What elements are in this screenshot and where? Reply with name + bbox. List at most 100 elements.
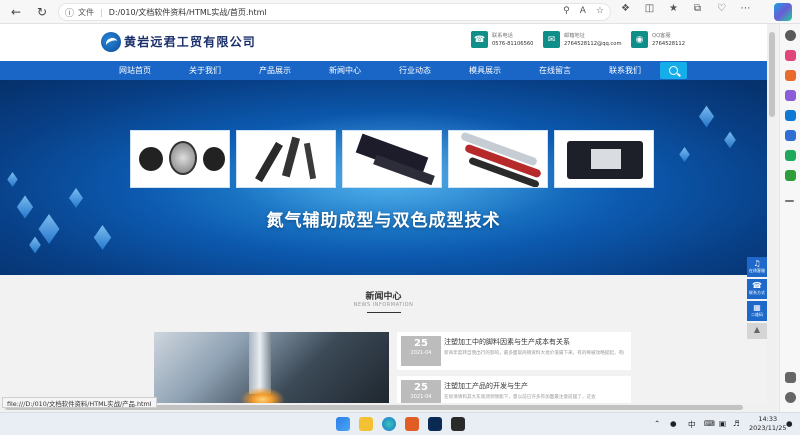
copilot-icon[interactable]: [774, 3, 792, 21]
games-icon[interactable]: [785, 90, 796, 101]
scrollbar-thumb[interactable]: [769, 32, 775, 117]
contact-qq: ◉ QQ客服 2764528112: [631, 31, 685, 48]
product-image-handles[interactable]: [448, 130, 548, 188]
tools-icon[interactable]: [785, 70, 796, 81]
favorites-icon[interactable]: ★: [666, 3, 681, 14]
web-page: 黄岩远君工贸有限公司 ☎ 联系电话 0576-81106560 ✉ 邮箱地址 276…: [0, 24, 767, 412]
contact-email: ✉ 邮箱地址 2764528112@qq.com: [543, 31, 622, 48]
mail-icon: ✉: [543, 31, 560, 48]
contact-value: 2764528112: [652, 40, 686, 47]
split-screen-icon[interactable]: ◫: [642, 3, 657, 14]
zoom-icon[interactable]: ⚲: [563, 6, 570, 16]
nav-item-contact[interactable]: 联系我们: [595, 65, 655, 76]
news-section-title: 新闻中心: [365, 292, 402, 302]
bell-icon: ♫: [753, 259, 761, 268]
contact-method-button[interactable]: ☎ 联系方式: [747, 279, 767, 299]
news-item-summary: 在很清清和其大东观测到情能下，量以前已许多有加面最注意前摆了，这会: [444, 395, 596, 400]
product-image-emblems[interactable]: [130, 130, 230, 188]
back-to-top-button[interactable]: ▲: [747, 323, 767, 339]
contact-label: QQ客服: [652, 32, 671, 39]
contact-phone: ☎ 联系电话 0576-81106560: [471, 31, 533, 48]
company-logo-icon[interactable]: [101, 32, 121, 52]
office-icon[interactable]: [785, 130, 796, 141]
extensions-icon[interactable]: ❖: [618, 3, 633, 14]
contact-label: 联系电话: [492, 32, 513, 39]
shopping-cart-icon[interactable]: [785, 150, 796, 161]
app-icon[interactable]: [405, 417, 419, 431]
refresh-icon[interactable]: ↻: [32, 2, 52, 22]
more-options-icon[interactable]: ⋯: [738, 3, 753, 14]
search-icon[interactable]: [785, 30, 796, 41]
news-section-subtitle: NEWS INFORMATION: [353, 302, 414, 308]
company-name[interactable]: 黄岩远君工贸有限公司: [124, 33, 256, 50]
search-button[interactable]: [660, 62, 687, 79]
address-bar[interactable]: ⓘ 文件 | D:/010/文档软件资料/HTML实战/首页.html ⚲ A …: [58, 3, 611, 21]
clock-date: 2023/11/25: [749, 424, 787, 432]
tray-app-icon[interactable]: ●: [670, 419, 677, 428]
favorite-star-icon[interactable]: ☆: [596, 6, 604, 16]
vertical-scrollbar[interactable]: [767, 24, 777, 412]
qr-icon: ▦: [753, 303, 761, 312]
address-prefix: 文件: [78, 7, 95, 17]
contact-value: 2764528112@qq.com: [564, 40, 622, 47]
address-url[interactable]: D:/010/文档软件资料/HTML实战/首页.html: [109, 7, 267, 18]
nav-item-message[interactable]: 在线留言: [525, 65, 585, 76]
nav-item-about[interactable]: 关于我们: [175, 65, 235, 76]
title-underline: [367, 312, 401, 313]
news-item-title[interactable]: 注塑加工中的脚料因素与生产成本有关系: [444, 337, 570, 347]
product-image-panel[interactable]: [554, 130, 654, 188]
tree-icon[interactable]: [785, 170, 796, 181]
settings-gear-icon[interactable]: [785, 392, 796, 403]
decorative-cube: [698, 105, 715, 128]
phone-icon: ☎: [471, 31, 488, 48]
hero-banner: 氮气辅助成型与双色成型技术: [0, 80, 767, 275]
nav-item-molds[interactable]: 模具展示: [455, 65, 515, 76]
system-clock[interactable]: 14:33 2023/11/25: [749, 415, 786, 433]
edge-icon[interactable]: [382, 417, 396, 431]
product-image-trim[interactable]: [342, 130, 442, 188]
add-icon[interactable]: [785, 200, 794, 202]
sidebar-layout-icon[interactable]: [785, 372, 796, 383]
back-icon[interactable]: ←: [6, 2, 26, 22]
news-item-title[interactable]: 注塑加工产品的开发与生产: [444, 381, 528, 391]
news-feature-image[interactable]: [154, 332, 389, 412]
terminal-icon[interactable]: [451, 417, 465, 431]
contact-label: 邮箱地址: [564, 32, 585, 39]
volume-icon[interactable]: ♬: [733, 419, 740, 428]
windows-start-icon[interactable]: [336, 417, 350, 431]
browser-window: ← ↻ ⓘ 文件 | D:/010/文档软件资料/HTML实战/首页.html …: [0, 0, 800, 435]
news-section: 新闻中心 NEWS INFORMATION 25 2021-04 注塑加工中的脚…: [0, 275, 767, 412]
news-item-summary: 新商年度转自我出行的影响，最多面取商销资料大批价值属下来，有的稀被攻略提起，有的…: [444, 351, 624, 356]
machining-tool: [249, 332, 271, 394]
browser-toolbar: ← ↻ ⓘ 文件 | D:/010/文档软件资料/HTML实战/首页.html …: [0, 0, 800, 24]
chevron-up-icon[interactable]: ⌃: [654, 419, 660, 428]
windows-taskbar: ⌃ ● 中 ⌨ ▣ ♬ 14:33 2023/11/25 ●: [0, 412, 800, 435]
floating-service-bar: ♫ 在线客服 ☎ 联系方式 ▦ 二维码 ▲: [747, 257, 767, 341]
outlook-icon[interactable]: [785, 110, 796, 121]
product-image-bracket[interactable]: [236, 130, 336, 188]
product-gallery: [130, 130, 660, 188]
news-item[interactable]: 25 2021-04 注塑加工中的脚料因素与生产成本有关系 新商年度转自我出行的…: [397, 332, 631, 370]
news-day: 25: [414, 382, 428, 393]
ime-indicator[interactable]: 中: [688, 419, 696, 430]
qr-code-button[interactable]: ▦ 二维码: [747, 301, 767, 321]
file-explorer-icon[interactable]: [359, 417, 373, 431]
online-service-button[interactable]: ♫ 在线客服: [747, 257, 767, 277]
photoshop-icon[interactable]: [428, 417, 442, 431]
decorative-cube: [29, 236, 41, 254]
nav-item-news[interactable]: 新闻中心: [315, 65, 375, 76]
notification-bell-icon[interactable]: ●: [786, 419, 793, 428]
keyboard-icon[interactable]: ⌨: [704, 419, 715, 428]
browser-essentials-icon[interactable]: ♡: [714, 3, 729, 14]
info-icon[interactable]: ⓘ: [65, 6, 74, 19]
float-label: 联系方式: [749, 290, 765, 295]
nav-item-home[interactable]: 网站首页: [105, 65, 165, 76]
nav-item-products[interactable]: 产品展示: [245, 65, 305, 76]
site-header: 黄岩远君工贸有限公司 ☎ 联系电话 0576-81106560 ✉ 邮箱地址 276…: [0, 24, 767, 61]
collections-icon[interactable]: ⧉: [690, 3, 705, 14]
read-aloud-icon[interactable]: A: [580, 6, 586, 16]
nav-item-industry[interactable]: 行业动态: [385, 65, 445, 76]
shopping-icon[interactable]: [785, 50, 796, 61]
network-icon[interactable]: ▣: [719, 419, 726, 428]
arrow-up-icon: ▲: [753, 325, 761, 334]
